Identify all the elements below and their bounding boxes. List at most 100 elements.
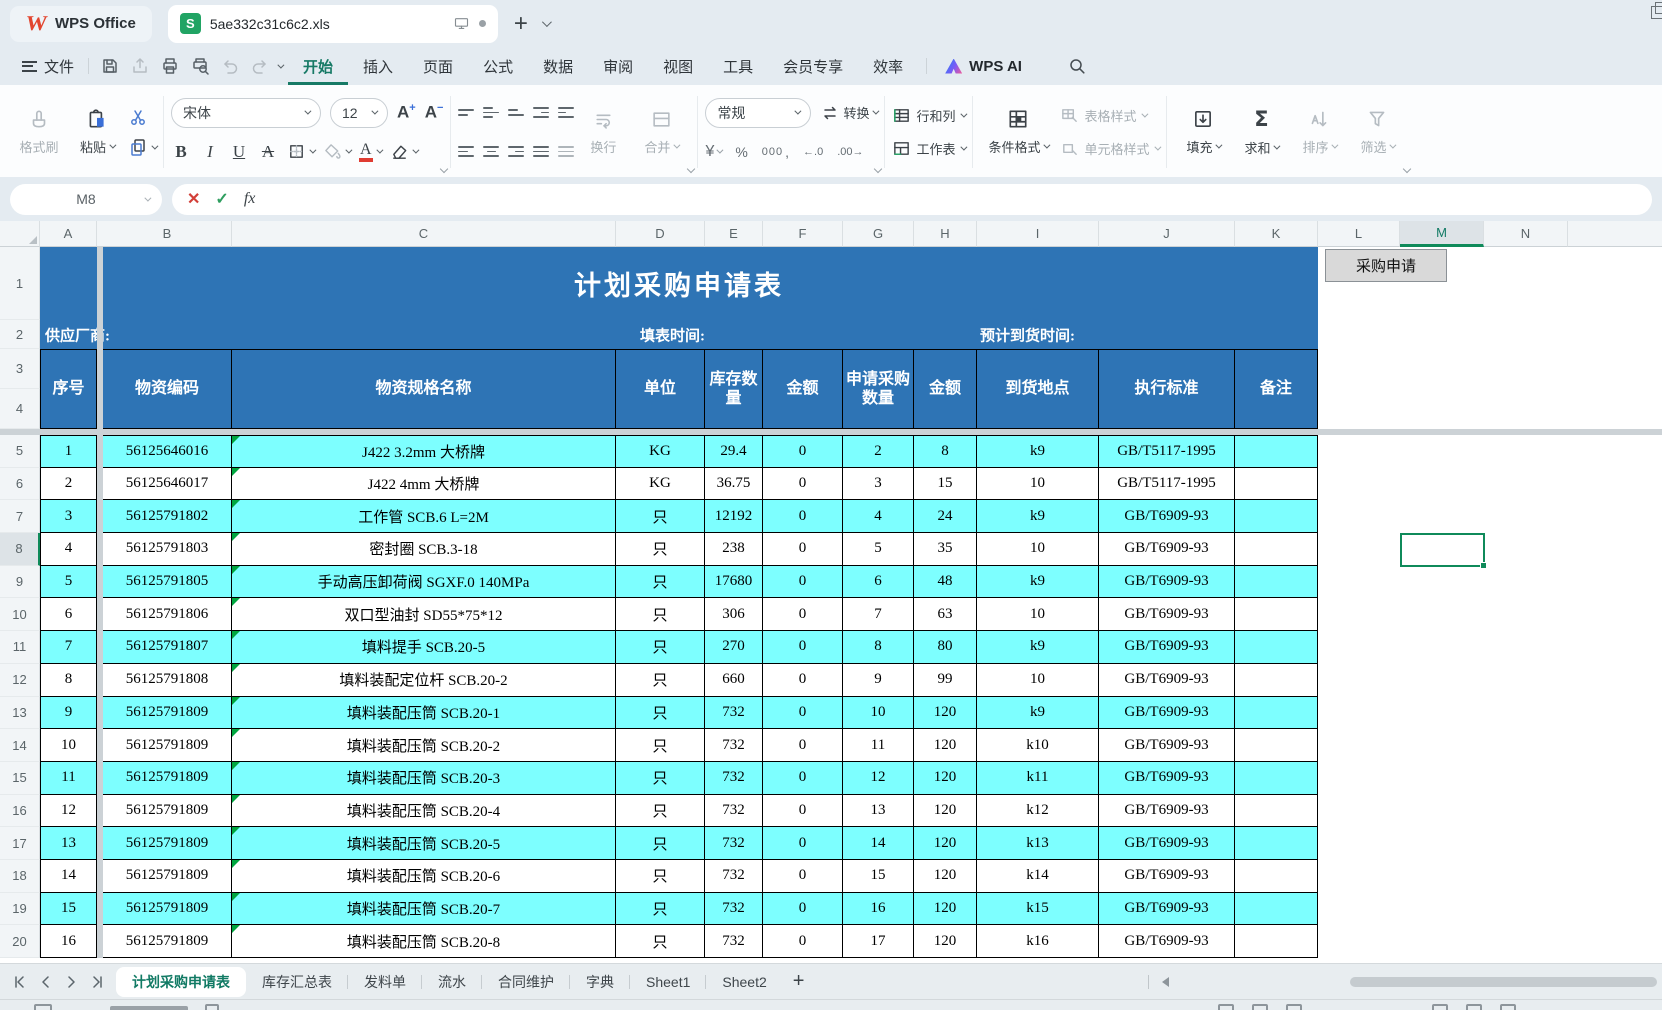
cell-stock-qty[interactable]: 29.4 (705, 435, 763, 468)
cell-standard[interactable]: GB/T6909-93 (1099, 827, 1235, 860)
copy-button[interactable] (128, 137, 156, 157)
row-header[interactable]: 18 (0, 860, 40, 893)
wrap-text-button[interactable]: 换行 (574, 90, 632, 174)
cell-request-qty[interactable]: 16 (843, 893, 914, 926)
menu-tab-开始[interactable]: 开始 (288, 47, 348, 85)
table-column-header[interactable]: 序号 (40, 349, 97, 429)
row-header[interactable]: 16 (0, 795, 40, 828)
menu-tab-视图[interactable]: 视图 (648, 47, 708, 85)
row-header[interactable]: 20 (0, 925, 40, 958)
increase-decimal-button[interactable]: ←.0 (803, 146, 823, 158)
cell-note[interactable] (1235, 566, 1318, 599)
cell-arrival-place[interactable]: 10 (977, 468, 1099, 501)
cell-note[interactable] (1235, 729, 1318, 762)
cell-seq[interactable]: 3 (40, 500, 97, 533)
table-column-header[interactable]: 备注 (1235, 349, 1318, 429)
cell-seq[interactable]: 5 (40, 566, 97, 599)
cell-material-code[interactable]: 56125791809 (103, 795, 232, 828)
table-column-header[interactable]: 申请采购数量 (843, 349, 914, 429)
cell-amount2[interactable]: 8 (914, 435, 977, 468)
cell-arrival-place[interactable]: k12 (977, 795, 1099, 828)
cell-arrival-place[interactable]: k9 (977, 435, 1099, 468)
sheet-title-cell[interactable]: 计划采购申请表 (40, 247, 1318, 320)
cell-seq[interactable]: 1 (40, 435, 97, 468)
wps-ai-button[interactable]: WPS AI (945, 58, 1022, 75)
cell-amount[interactable]: 0 (763, 697, 843, 730)
cell-spec-name[interactable]: 手动高压卸荷阀 SGXF.0 140MPa (232, 566, 616, 599)
eraser-button[interactable] (390, 142, 417, 161)
cell-note[interactable] (1235, 827, 1318, 860)
cell-amount2[interactable]: 35 (914, 533, 977, 566)
cell-arrival-place[interactable]: k15 (977, 893, 1099, 926)
cell-arrival-place[interactable]: k14 (977, 860, 1099, 893)
cell-standard[interactable]: GB/T5117-1995 (1099, 468, 1235, 501)
quick-access-chevron-icon[interactable] (277, 61, 284, 68)
cell-note[interactable] (1235, 468, 1318, 501)
cell-standard[interactable]: GB/T6909-93 (1099, 566, 1235, 599)
cell-arrival-place[interactable]: k16 (977, 925, 1099, 958)
font-color-button[interactable]: A (359, 141, 381, 163)
cell-stock-qty[interactable]: 306 (705, 598, 763, 631)
cell-spec-name[interactable]: 填料装配定位杆 SCB.20-2 (232, 664, 616, 697)
menu-tab-审阅[interactable]: 审阅 (588, 47, 648, 85)
number-format-select[interactable]: 常规 (705, 98, 811, 128)
add-sheet-button[interactable]: + (793, 970, 805, 993)
cell-arrival-place[interactable]: 10 (977, 664, 1099, 697)
cell-stock-qty[interactable]: 732 (705, 860, 763, 893)
cell-amount2[interactable]: 120 (914, 762, 977, 795)
cell-arrival-place[interactable]: k9 (977, 697, 1099, 730)
cell-standard[interactable]: GB/T6909-93 (1099, 762, 1235, 795)
cell-stock-qty[interactable]: 17680 (705, 566, 763, 599)
cell-note[interactable] (1235, 795, 1318, 828)
cell-spec-name[interactable]: J422 4mm 大桥牌 (232, 468, 616, 501)
column-header-B[interactable]: B (103, 221, 232, 247)
cell-amount[interactable]: 0 (763, 435, 843, 468)
cell-seq[interactable]: 11 (40, 762, 97, 795)
cell-material-code[interactable]: 56125791803 (103, 533, 232, 566)
cell-unit[interactable]: 只 (616, 664, 705, 697)
cell-unit[interactable]: 只 (616, 729, 705, 762)
cell-unit[interactable]: KG (616, 468, 705, 501)
bold-button[interactable]: B (171, 142, 191, 162)
format-painter-button[interactable]: 格式刷 (10, 90, 68, 174)
cell-note[interactable] (1235, 631, 1318, 664)
cell-standard[interactable]: GB/T6909-93 (1099, 795, 1235, 828)
cell-unit[interactable]: 只 (616, 533, 705, 566)
undo-icon[interactable] (217, 53, 243, 79)
cell-request-qty[interactable]: 5 (843, 533, 914, 566)
column-header-J[interactable]: J (1099, 221, 1235, 247)
cell-spec-name[interactable]: 填料装配压筒 SCB.20-2 (232, 729, 616, 762)
cell-spec-name[interactable]: 填料装配压筒 SCB.20-4 (232, 795, 616, 828)
cell-amount2[interactable]: 120 (914, 827, 977, 860)
menu-tab-效率[interactable]: 效率 (858, 47, 918, 85)
sort-button[interactable]: 排序 (1290, 90, 1348, 174)
prev-sheet-icon[interactable] (33, 970, 58, 994)
fill-button[interactable]: 填充 (1174, 90, 1232, 174)
cell-request-qty[interactable]: 12 (843, 762, 914, 795)
cell-spec-name[interactable]: 填料装配压筒 SCB.20-3 (232, 762, 616, 795)
cell-request-qty[interactable]: 13 (843, 795, 914, 828)
cell-spec-name[interactable]: 工作管 SCB.6 L=2M (232, 500, 616, 533)
cell-unit[interactable]: 只 (616, 500, 705, 533)
cell-standard[interactable]: GB/T6909-93 (1099, 893, 1235, 926)
first-sheet-icon[interactable] (8, 970, 33, 994)
cell-standard[interactable]: GB/T6909-93 (1099, 631, 1235, 664)
sheet-tab-发料单[interactable]: 发料单 (348, 968, 422, 996)
table-column-header[interactable]: 金额 (763, 349, 843, 429)
last-sheet-icon[interactable] (83, 970, 108, 994)
cell-unit[interactable]: 只 (616, 893, 705, 926)
column-header-I[interactable]: I (977, 221, 1099, 247)
rows-columns-button[interactable]: 行和列 (892, 103, 965, 129)
cell-stock-qty[interactable]: 732 (705, 795, 763, 828)
column-header-F[interactable]: F (763, 221, 843, 247)
cell-amount[interactable]: 0 (763, 827, 843, 860)
cell-arrival-place[interactable]: k9 (977, 500, 1099, 533)
table-style-button[interactable]: 表格样式 (1060, 103, 1159, 129)
cell-unit[interactable]: 只 (616, 598, 705, 631)
cell-amount2[interactable]: 120 (914, 697, 977, 730)
fill-color-button[interactable] (323, 142, 350, 161)
export-icon[interactable] (127, 53, 153, 79)
cell-amount[interactable]: 0 (763, 762, 843, 795)
cell-arrival-place[interactable]: 10 (977, 598, 1099, 631)
font-size-select[interactable]: 12 (330, 98, 388, 128)
